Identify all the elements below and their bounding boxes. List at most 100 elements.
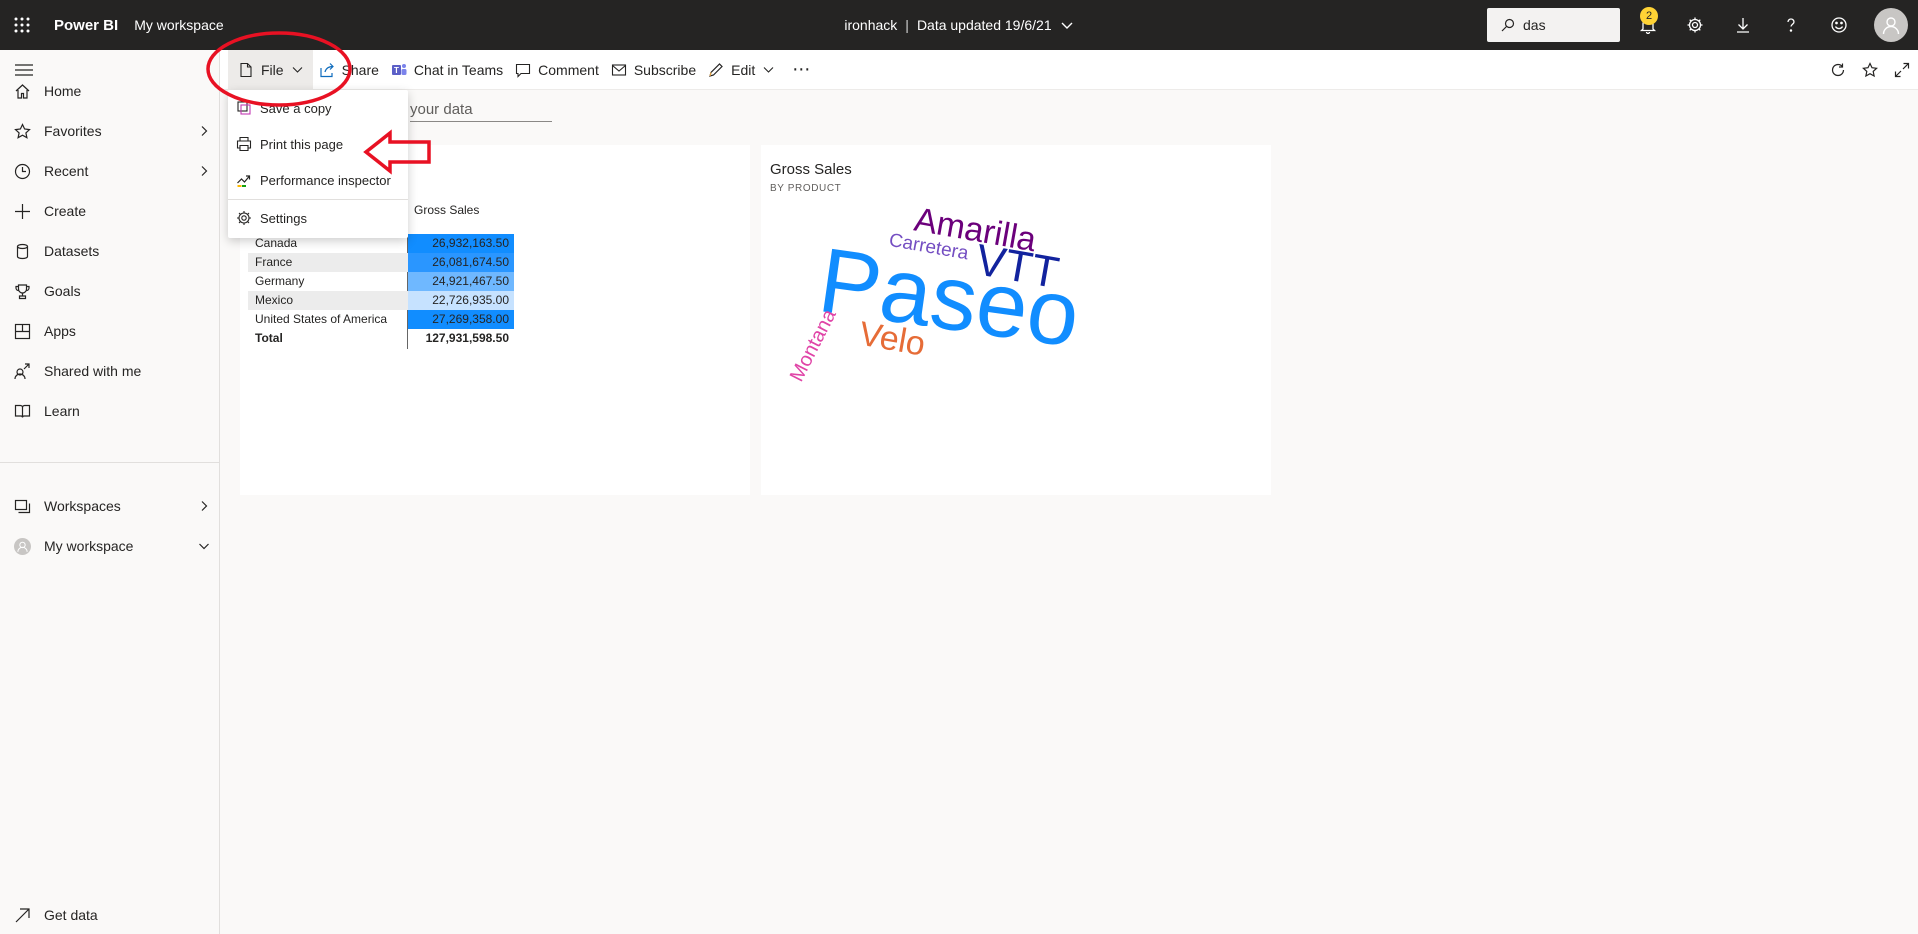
share-label: Share xyxy=(341,61,379,78)
menu-item-save-a-copy[interactable]: Save a copy xyxy=(228,90,408,126)
apps-icon xyxy=(14,323,30,339)
menu-item-print-this-page[interactable]: Print this page xyxy=(228,126,408,162)
file-icon xyxy=(240,62,252,77)
row-value: 22,726,935.00 xyxy=(408,291,514,310)
shared-icon xyxy=(13,362,30,379)
download-button[interactable] xyxy=(1731,13,1755,37)
edit-button[interactable]: Edit xyxy=(702,50,780,90)
subscribe-label: Subscribe xyxy=(633,61,697,78)
chevron-right-icon[interactable] xyxy=(198,500,210,512)
star-icon xyxy=(1862,62,1878,78)
nav-item-get-data[interactable]: Get data xyxy=(0,900,219,930)
action-bar-right xyxy=(1822,50,1918,90)
data-updated-label[interactable]: Data updated 19/6/21 xyxy=(917,17,1052,33)
nav-divider xyxy=(0,462,219,463)
word-cloud: Paseo Amarilla VTT Carretera Velo Montan… xyxy=(786,201,1086,386)
table-row: United States of America 27,269,358.00 xyxy=(248,310,528,329)
nav-item-label: Learn xyxy=(44,403,80,419)
feedback-button[interactable] xyxy=(1827,13,1851,37)
nav-item-label: Apps xyxy=(44,323,76,339)
menu-item-performance-inspector[interactable]: Performance inspector xyxy=(228,162,408,198)
help-icon xyxy=(1787,18,1795,32)
edit-label: Edit xyxy=(731,61,756,78)
share-icon xyxy=(319,62,334,77)
table-row: France 26,081,674.50 xyxy=(248,253,528,272)
plus-icon xyxy=(14,203,30,219)
file-menu-button[interactable]: File xyxy=(228,49,313,90)
chevron-down-icon xyxy=(292,67,302,73)
nav-item-create[interactable]: Create xyxy=(0,191,219,231)
share-button[interactable]: Share xyxy=(313,50,385,90)
header-separator: | xyxy=(905,17,909,33)
chevron-right-icon[interactable] xyxy=(198,125,210,137)
gross-sales-by-product-tile[interactable]: Gross Sales BY PRODUCT Paseo Amarilla VT… xyxy=(761,145,1271,495)
column-header-gross-sales: Gross Sales xyxy=(414,203,480,217)
workspaces-icon xyxy=(14,499,30,513)
nav-item-label: Shared with me xyxy=(44,363,142,379)
comment-button[interactable]: Comment xyxy=(509,50,605,90)
nav-item-goals[interactable]: Goals xyxy=(0,271,219,311)
arrow-up-right-icon xyxy=(15,907,30,922)
nav-item-home[interactable]: Home xyxy=(0,71,219,111)
table-row: Mexico 22,726,935.00 xyxy=(248,291,528,310)
avatar[interactable] xyxy=(1874,8,1908,42)
nav-item-learn[interactable]: Learn xyxy=(0,391,219,431)
chevron-down-icon[interactable] xyxy=(198,540,210,552)
save-copy-icon xyxy=(237,101,251,115)
left-navigation: Home Favorites Recent Create Datasets Go… xyxy=(0,50,220,934)
favorite-button[interactable] xyxy=(1854,62,1886,78)
row-value: 26,081,674.50 xyxy=(408,253,514,272)
fullscreen-button[interactable] xyxy=(1886,62,1918,78)
search-input[interactable]: das xyxy=(1487,8,1620,42)
more-options-button[interactable]: ⋯ xyxy=(786,50,816,90)
svg-text:T: T xyxy=(394,66,399,75)
nav-item-my-workspace[interactable]: My workspace xyxy=(0,526,219,566)
subscribe-button[interactable]: Subscribe xyxy=(605,50,702,90)
mail-icon xyxy=(611,63,626,76)
refresh-button[interactable] xyxy=(1822,62,1854,78)
chevron-down-icon xyxy=(763,67,774,73)
star-icon xyxy=(13,122,31,139)
nav-item-label: Get data xyxy=(44,907,98,923)
search-icon xyxy=(1501,18,1515,32)
nav-item-label: Home xyxy=(44,83,82,99)
nav-item-label: Goals xyxy=(44,283,81,299)
file-label: File xyxy=(261,61,284,78)
database-icon xyxy=(16,243,28,259)
qna-input[interactable]: your data xyxy=(410,101,552,122)
nav-item-datasets[interactable]: Datasets xyxy=(0,231,219,271)
nav-item-shared-with-me[interactable]: Shared with me xyxy=(0,351,219,391)
chevron-right-icon[interactable] xyxy=(198,165,210,177)
smiley-icon xyxy=(1831,17,1847,33)
help-button[interactable] xyxy=(1779,13,1803,37)
user-avatar-icon xyxy=(13,537,31,555)
total-value: 127,931,598.50 xyxy=(425,331,509,345)
row-country: United States of America xyxy=(255,312,388,326)
nav-item-favorites[interactable]: Favorites xyxy=(0,111,219,151)
nav-item-label: Workspaces xyxy=(44,498,121,514)
comment-icon xyxy=(516,63,531,78)
word-montana: Montana xyxy=(786,305,841,385)
row-country: Mexico xyxy=(248,291,408,310)
nav-item-workspaces[interactable]: Workspaces xyxy=(0,486,219,526)
nav-item-label: Datasets xyxy=(44,243,100,259)
nav-item-label: My workspace xyxy=(44,538,134,554)
menu-item-settings[interactable]: Settings xyxy=(228,200,408,236)
refresh-icon xyxy=(1831,63,1845,77)
menu-item-label: Print this page xyxy=(260,136,344,152)
nav-item-label: Create xyxy=(44,203,87,219)
nav-item-recent[interactable]: Recent xyxy=(0,151,219,191)
chat-in-teams-button[interactable]: T Chat in Teams xyxy=(385,50,509,90)
settings-button[interactable] xyxy=(1683,13,1707,37)
nav-item-apps[interactable]: Apps xyxy=(0,311,219,351)
row-value: 27,269,358.00 xyxy=(408,310,514,329)
brand-label[interactable]: Power BI xyxy=(54,17,118,34)
chat-label: Chat in Teams xyxy=(413,61,504,78)
expand-icon xyxy=(1894,62,1910,78)
app-launcher-button[interactable] xyxy=(0,0,44,50)
workspace-breadcrumb[interactable]: My workspace xyxy=(134,17,223,33)
teams-icon: T xyxy=(391,63,407,75)
nav-item-label: Recent xyxy=(44,163,89,179)
action-bar: File Share T Chat in Teams Comment Subsc… xyxy=(220,49,1918,90)
row-country: Germany xyxy=(255,274,305,288)
